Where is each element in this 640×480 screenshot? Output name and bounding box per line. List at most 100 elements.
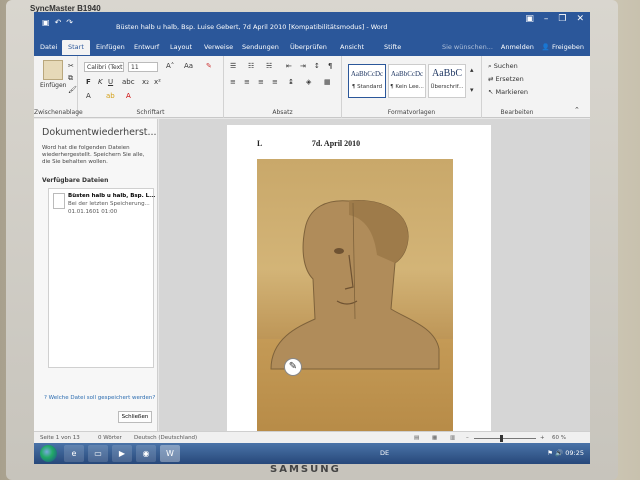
editing-label: Bearbeiten xyxy=(500,109,534,116)
volume-icon[interactable]: 🔊 xyxy=(555,449,565,457)
text-effects-icon[interactable]: A xyxy=(86,92,91,100)
firefox-icon[interactable]: ◉ xyxy=(136,445,156,462)
close-icon[interactable]: ✕ xyxy=(576,14,584,24)
collapse-ribbon-icon[interactable]: ⌃ xyxy=(574,106,580,114)
file-status: Bei der letzten Speicherung... xyxy=(68,201,150,207)
decrease-indent-icon[interactable]: ⇤ xyxy=(286,62,292,70)
tell-me-search[interactable]: Sie wünschen... xyxy=(442,43,493,51)
media-icon[interactable]: ▶ xyxy=(112,445,132,462)
help-link[interactable]: ? Welche Datei soll gespeichert werden? xyxy=(44,395,155,401)
zoom-level[interactable]: 60 % xyxy=(552,435,566,441)
restore-icon[interactable]: ❐ xyxy=(558,14,566,24)
read-mode-icon[interactable]: ▤ xyxy=(414,435,419,441)
font-color-icon[interactable]: A xyxy=(126,92,131,100)
zoom-slider[interactable] xyxy=(474,438,536,439)
ribbon-options-icon[interactable]: ▣ xyxy=(525,14,534,24)
word-count[interactable]: 0 Wörter xyxy=(98,435,122,441)
tab-sendungen[interactable]: Sendungen xyxy=(242,43,279,51)
signin-link[interactable]: Anmelden xyxy=(501,43,534,51)
style-name: ¶ Kein Lee... xyxy=(390,84,424,90)
tab-ansicht[interactable]: Ansicht xyxy=(340,43,364,51)
line-spacing-icon[interactable]: ↨ xyxy=(288,78,294,86)
tab-entwurf[interactable]: Entwurf xyxy=(134,43,159,51)
input-language[interactable]: DE xyxy=(380,449,389,457)
folder-icon[interactable]: ▭ xyxy=(88,445,108,462)
paragraph-label: Absatz xyxy=(272,109,293,116)
recovery-title: Dokumentwiederherst... xyxy=(42,127,157,138)
grow-font-icon[interactable]: A˄ xyxy=(166,62,174,70)
select-button[interactable]: ↖ Markieren xyxy=(488,88,528,96)
superscript-icon[interactable]: x² xyxy=(154,78,161,86)
strikethrough-icon[interactable]: abc xyxy=(122,78,135,86)
copy-icon[interactable]: ⧉ xyxy=(68,74,73,83)
align-center-icon[interactable]: ≡ xyxy=(244,78,250,86)
zoom-slider-thumb[interactable] xyxy=(500,435,503,442)
available-files-label: Verfügbare Dateien xyxy=(42,177,109,184)
replace-button[interactable]: ⇄ Ersetzen xyxy=(488,75,524,83)
sort-icon[interactable]: ↕ xyxy=(314,62,320,70)
tab-ueberpruefen[interactable]: Überprüfen xyxy=(290,43,327,51)
font-size-field[interactable]: 11 xyxy=(128,62,158,72)
zoom-out-icon[interactable]: – xyxy=(466,435,469,441)
document-page[interactable]: L 7d. April 2010 ✎ xyxy=(227,125,491,435)
bold-button[interactable]: F xyxy=(86,78,91,86)
multilevel-icon[interactable]: ☵ xyxy=(266,62,272,70)
clock[interactable]: 09:25 xyxy=(565,449,584,457)
change-case-icon[interactable]: Aa xyxy=(184,62,193,70)
underline-button[interactable]: U xyxy=(108,78,113,86)
title-bar: ▣ ↶ ↷ Büsten halb u halb, Bsp. Luise Geb… xyxy=(34,12,590,38)
close-pane-button[interactable]: Schließen xyxy=(118,411,152,423)
borders-icon[interactable]: ▦ xyxy=(324,78,331,86)
style-sample: AaBbC xyxy=(432,68,462,79)
clear-format-icon[interactable]: ✎ xyxy=(206,62,212,70)
format-painter-icon[interactable]: 🖌 xyxy=(68,86,77,94)
word-icon[interactable]: W xyxy=(160,445,180,462)
style-kein-leerraum[interactable]: AaBbCcDc ¶ Kein Lee... xyxy=(388,64,426,98)
tab-layout[interactable]: Layout xyxy=(170,43,192,51)
recovered-file-entry[interactable]: Büsten halb u halb, Bsp. L... Bei der le… xyxy=(51,191,155,221)
highlight-icon[interactable]: ab xyxy=(106,92,115,100)
font-group: Calibri (Textk 11 A˄ Aa ✎ F K U abc x₂ x… xyxy=(78,56,224,118)
pilcrow-icon[interactable]: ¶ xyxy=(328,62,332,70)
subscript-icon[interactable]: x₂ xyxy=(142,78,149,86)
explorer-icon[interactable]: e xyxy=(64,445,84,462)
align-left-icon[interactable]: ≡ xyxy=(230,78,236,86)
web-layout-icon[interactable]: ▥ xyxy=(450,435,455,441)
align-right-icon[interactable]: ≡ xyxy=(258,78,264,86)
zoom-in-icon[interactable]: + xyxy=(540,435,545,441)
justify-icon[interactable]: ≡ xyxy=(272,78,278,86)
tray-flag-icon[interactable]: ⚑ xyxy=(547,449,555,457)
tab-start[interactable]: Start xyxy=(62,40,90,55)
pen-edit-icon[interactable]: ✎ xyxy=(284,358,302,376)
start-button[interactable] xyxy=(40,445,57,462)
tab-datei[interactable]: Datei xyxy=(40,43,57,51)
undo-icon[interactable]: ↶ xyxy=(55,18,62,27)
taskbar: e ▭ ▶ ◉ W DE ⚑ 🔊 09:25 xyxy=(34,443,590,464)
increase-indent-icon[interactable]: ⇥ xyxy=(300,62,306,70)
bullets-icon[interactable]: ☰ xyxy=(230,62,236,70)
clipboard-label: Zwischenablage xyxy=(34,109,83,116)
style-ueberschrift[interactable]: AaBbC Überschrif... xyxy=(428,64,466,98)
italic-button[interactable]: K xyxy=(98,78,103,86)
sculpture-photo[interactable]: ✎ xyxy=(257,159,453,435)
status-bar: Seite 1 von 13 0 Wörter Deutsch (Deutsch… xyxy=(34,431,590,443)
tab-verweise[interactable]: Verweise xyxy=(204,43,233,51)
save-icon[interactable]: ▣ xyxy=(42,18,50,27)
font-name-field[interactable]: Calibri (Textk xyxy=(84,62,124,72)
cut-icon[interactable]: ✂ xyxy=(68,62,74,70)
style-standard[interactable]: AaBbCcDc ¶ Standard xyxy=(348,64,386,98)
tab-einfuegen[interactable]: Einfügen xyxy=(96,43,125,51)
share-button[interactable]: 👤 Freigeben xyxy=(542,43,584,51)
paste-button[interactable]: Einfügen xyxy=(40,60,66,98)
page-count[interactable]: Seite 1 von 13 xyxy=(40,435,80,441)
redo-icon[interactable]: ↷ xyxy=(66,18,73,27)
styles-scroll-icon[interactable]: ▴ xyxy=(470,66,474,74)
shading-icon[interactable]: ◈ xyxy=(306,78,311,86)
minimize-icon[interactable]: – xyxy=(544,14,549,24)
numbering-icon[interactable]: ☷ xyxy=(248,62,254,70)
tab-stifte[interactable]: Stifte xyxy=(384,43,401,51)
styles-more-icon[interactable]: ▾ xyxy=(470,86,474,94)
language-indicator[interactable]: Deutsch (Deutschland) xyxy=(134,435,197,441)
find-button[interactable]: ⌕ Suchen xyxy=(488,62,518,71)
print-layout-icon[interactable]: ▦ xyxy=(432,435,437,441)
